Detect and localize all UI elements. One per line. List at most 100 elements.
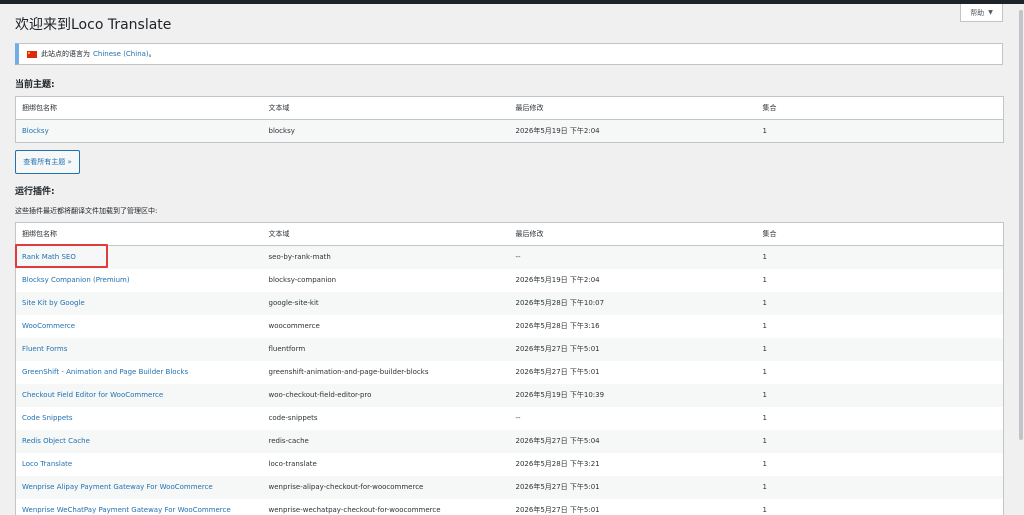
sets-cell: 1 (762, 322, 767, 330)
help-button[interactable]: 帮助 ▼ (960, 4, 1003, 22)
domain-cell: woo-checkout-field-editor-pro (262, 383, 510, 407)
table-row: Wenprise WeChatPay Payment Gateway For W… (16, 499, 1004, 515)
bundle-name-cell: Checkout Field Editor for WooCommerce (15, 383, 263, 407)
sets-cell: 1 (756, 475, 1004, 499)
bundle-link[interactable]: Loco Translate (22, 460, 72, 468)
bundle-link[interactable]: Fluent Forms (22, 345, 67, 353)
modified-cell: 2026年5月27日 下午5:01 (515, 505, 600, 514)
table-row: Wenprise Alipay Payment Gateway For WooC… (15, 475, 1004, 499)
domain-cell: google-site-kit (262, 291, 510, 315)
china-flag-icon (27, 50, 37, 58)
column-header-sets: 集合 (756, 222, 1004, 246)
domain-cell: greenshift-animation-and-page-builder-bl… (268, 368, 429, 376)
caret-down-icon: ▼ (988, 9, 993, 16)
modified-cell: 2026年5月27日 下午5:01 (515, 368, 600, 376)
sets-cell: 1 (756, 291, 1004, 315)
table-row: Site Kit by Google google-site-kit 2026年… (15, 291, 1004, 315)
plugin-section-title: 运行插件: (15, 187, 55, 197)
sets-cell: 1 (762, 276, 767, 284)
modified-cell: 2026年5月27日 下午5:01 (509, 337, 757, 361)
table-row: Rank Math SEO seo-by-rank-math -- 1 (15, 245, 1004, 269)
scrollbar[interactable] (1018, 4, 1024, 515)
column-header-sets: 集合 (756, 96, 1004, 120)
bundle-link[interactable]: Code Snippets (22, 414, 73, 422)
plugin-section-description: 这些插件最近都将翻译文件加载到了管理区中: (15, 207, 158, 215)
domain-cell: fluentform (262, 337, 510, 361)
help-label: 帮助 (970, 8, 985, 17)
modified-cell: 2026年5月19日 下午10:39 (509, 383, 757, 407)
sets-cell: 1 (762, 414, 767, 422)
sets-cell: 1 (762, 368, 767, 376)
notice-prefix: 此站点的语言为 (41, 50, 90, 58)
bundle-name-cell: Rank Math SEO (15, 245, 263, 269)
domain-cell: loco-translate (268, 460, 317, 468)
page-title: 欢迎来到Loco Translate (15, 17, 172, 33)
bundle-name-cell: Fluent Forms (15, 337, 263, 361)
modified-cell: 2026年5月27日 下午5:01 (509, 475, 757, 499)
bundle-link[interactable]: Redis Object Cache (22, 437, 90, 445)
admin-bar (0, 0, 1024, 4)
bundle-name-cell: Site Kit by Google (15, 291, 263, 315)
bundle-link[interactable]: Checkout Field Editor for WooCommerce (22, 391, 163, 399)
sets-cell: 1 (762, 505, 767, 514)
bundle-name-cell: Blocksy Companion (Premium) (16, 269, 263, 292)
bundle-link[interactable]: Wenprise WeChatPay Payment Gateway For W… (22, 506, 231, 514)
modified-cell: -- (515, 414, 521, 422)
modified-cell: 2026年5月19日 下午2:04 (509, 119, 757, 143)
table-row: GreenShift - Animation and Page Builder … (16, 361, 1004, 384)
plugin-table: 捆绑包名称 文本域 最后修改 集合 Rank Math SEO seo-by-r… (15, 222, 1004, 515)
modified-cell: 2026年5月28日 下午10:07 (509, 291, 757, 315)
modified-cell: 2026年5月27日 下午5:04 (509, 429, 757, 453)
sets-cell: 1 (756, 429, 1004, 453)
column-header-bundle: 捆绑包名称 (15, 222, 263, 246)
language-notice: 此站点的语言为 Chinese (China) 。 (15, 43, 1003, 65)
table-row: Blocksy blocksy 2026年5月19日 下午2:04 1 (15, 119, 1004, 143)
domain-cell: wenprise-wechatpay-checkout-for-woocomme… (268, 505, 441, 514)
sets-cell: 1 (756, 383, 1004, 407)
modified-cell: 2026年5月28日 下午3:21 (515, 460, 600, 468)
plugin-table-header: 捆绑包名称 文本域 最后修改 集合 (15, 222, 1004, 246)
sets-cell: 1 (756, 337, 1004, 361)
bundle-name-cell: Wenprise Alipay Payment Gateway For WooC… (15, 475, 263, 499)
table-row: WooCommerce woocommerce 2026年5月28日 下午3:1… (16, 315, 1004, 338)
table-row: Fluent Forms fluentform 2026年5月27日 下午5:0… (15, 337, 1004, 361)
bundle-name-cell: WooCommerce (16, 315, 263, 338)
column-header-bundle: 捆绑包名称 (15, 96, 263, 120)
bundle-name-cell: Code Snippets (16, 407, 263, 430)
modified-cell: -- (509, 245, 757, 269)
table-row: Loco Translate loco-translate 2026年5月28日… (16, 453, 1004, 476)
domain-cell: wenprise-alipay-checkout-for-woocommerce (262, 475, 510, 499)
bundle-name-cell: GreenShift - Animation and Page Builder … (16, 361, 263, 384)
table-row: Blocksy Companion (Premium) blocksy-comp… (16, 269, 1004, 292)
bundle-name-cell: Blocksy (15, 119, 263, 143)
sets-cell: 1 (762, 460, 767, 468)
bundle-link[interactable]: Wenprise Alipay Payment Gateway For WooC… (22, 483, 213, 491)
column-header-modified: 最后修改 (509, 222, 757, 246)
table-row: Checkout Field Editor for WooCommerce wo… (15, 383, 1004, 407)
domain-cell: blocksy-companion (268, 276, 337, 284)
bundle-name-cell: Wenprise WeChatPay Payment Gateway For W… (16, 499, 263, 515)
bundle-link[interactable]: GreenShift - Animation and Page Builder … (22, 368, 188, 376)
sets-cell: 1 (756, 245, 1004, 269)
bundle-link[interactable]: Site Kit by Google (22, 299, 85, 307)
table-row: Code Snippets code-snippets -- 1 (16, 407, 1004, 430)
bundle-name-cell: Loco Translate (16, 453, 263, 476)
domain-cell: seo-by-rank-math (262, 245, 510, 269)
scrollbar-thumb[interactable] (1019, 10, 1023, 440)
domain-cell: woocommerce (268, 322, 320, 330)
bundle-link[interactable]: Rank Math SEO (22, 253, 76, 261)
theme-table-header: 捆绑包名称 文本域 最后修改 集合 (15, 96, 1004, 120)
view-all-themes-button[interactable]: 查看所有主题 » (15, 150, 80, 174)
sets-cell: 1 (756, 119, 1004, 143)
table-row: Redis Object Cache redis-cache 2026年5月27… (15, 429, 1004, 453)
bundle-link[interactable]: WooCommerce (22, 322, 75, 330)
bundle-link[interactable]: Blocksy Companion (Premium) (22, 276, 130, 284)
language-link[interactable]: Chinese (China) (93, 50, 149, 58)
domain-cell: blocksy (262, 119, 510, 143)
notice-suffix: 。 (148, 50, 156, 58)
theme-section-title: 当前主题: (15, 80, 55, 90)
modified-cell: 2026年5月28日 下午3:16 (515, 322, 600, 330)
column-header-domain: 文本域 (262, 222, 510, 246)
theme-table: 捆绑包名称 文本域 最后修改 集合 Blocksy blocksy 2026年5… (15, 96, 1004, 143)
bundle-link[interactable]: Blocksy (22, 127, 49, 135)
